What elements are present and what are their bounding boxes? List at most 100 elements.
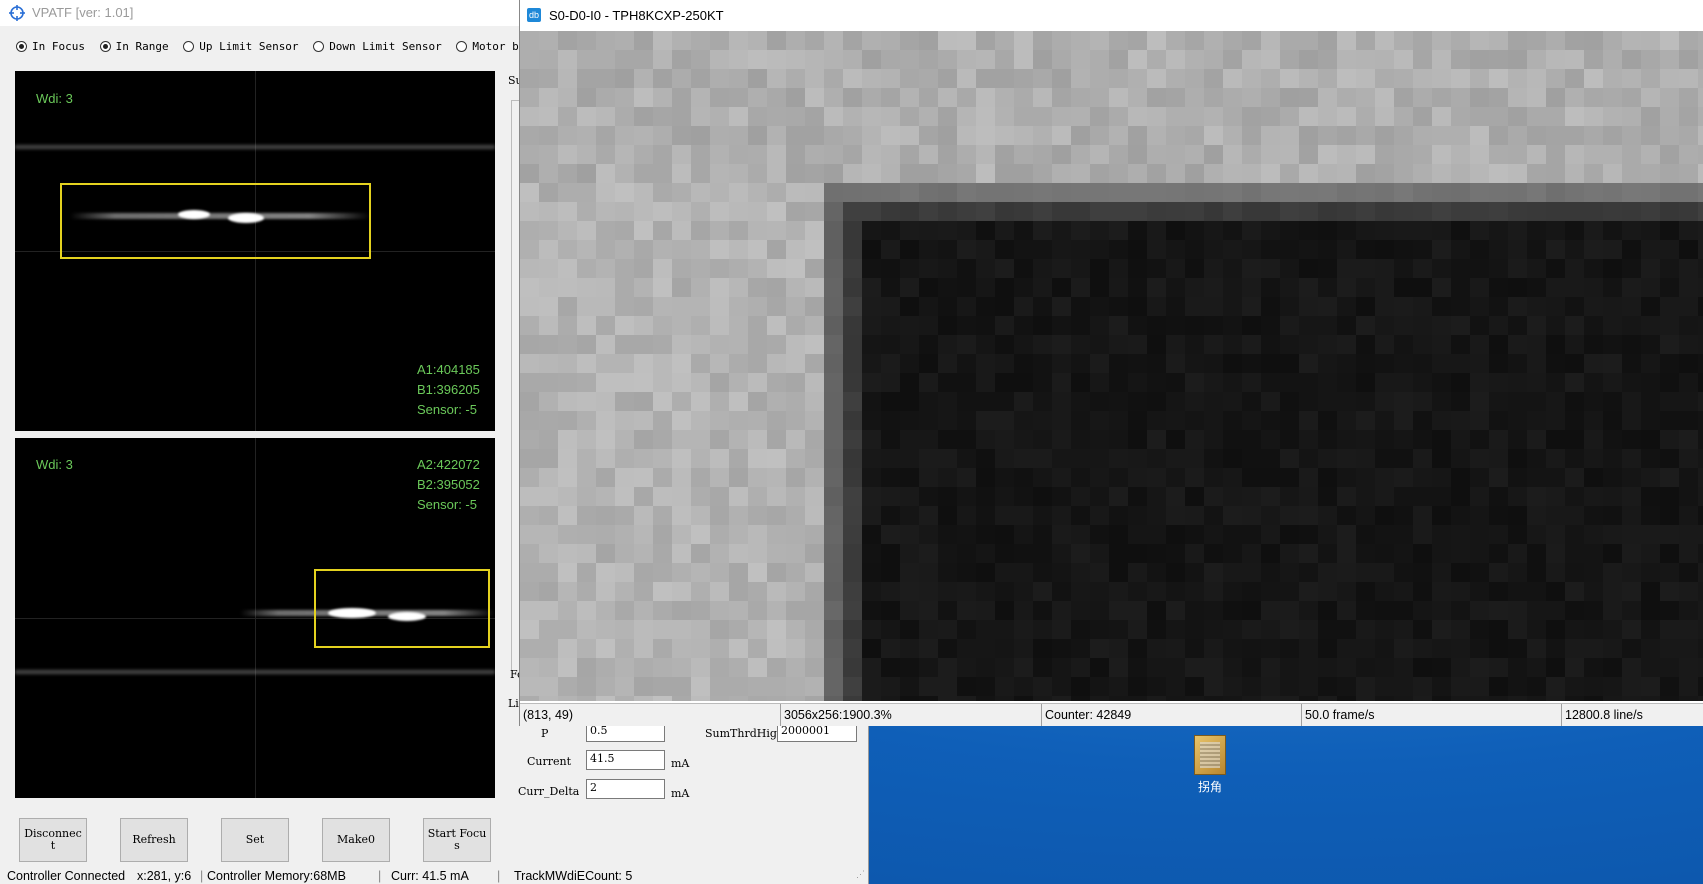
current-field[interactable]: 41.5 [586,750,665,770]
image-pixel-block [843,411,862,430]
refresh-button[interactable]: Refresh [120,818,188,862]
image-pixel-block [748,240,767,259]
image-pixel-block [1622,183,1641,202]
image-pixel-block [767,278,786,297]
image-pixel-block [1242,126,1261,145]
image-pixel-block [1622,449,1641,468]
camera-view-bottom[interactable]: Wdi: 3 A2:422072 B2:395052 Sensor: -5 [15,438,495,798]
image-pixel-block [1204,696,1223,701]
image-pixel-block [1679,506,1698,525]
image-pixel-block [1565,525,1584,544]
image-pixel-block [1052,183,1071,202]
image-pixel-block [710,563,729,582]
image-pixel-block [1071,126,1090,145]
image-pixel-block [786,658,805,677]
image-pixel-block [520,696,539,701]
image-pixel-block [995,658,1014,677]
image-pixel-block [1394,31,1413,50]
image-pixel-block [1622,582,1641,601]
image-pixel-block [1489,430,1508,449]
image-pixel-block [1242,88,1261,107]
image-pixel-block [976,392,995,411]
image-pixel-block [1014,278,1033,297]
image-pixel-block [1432,658,1451,677]
image-pixel-block [1603,164,1622,183]
image-pixel-block [1242,221,1261,240]
image-pixel-block [1679,259,1698,278]
image-pixel-block [976,107,995,126]
image-pixel-block [1185,69,1204,88]
roi-box[interactable] [314,569,490,648]
image-pixel-block [1128,430,1147,449]
desktop-folder-shortcut[interactable]: 拐角 [1180,735,1240,795]
connection-status: Controller Connected [7,869,126,883]
image-pixel-block [577,601,596,620]
image-pixel-block [1489,31,1508,50]
image-pixel-block [1622,221,1641,240]
image-pixel-block [615,658,634,677]
image-pixel-block [1451,677,1470,696]
image-pixel-block [767,221,786,240]
image-pixel-block [520,88,539,107]
image-pixel-block [767,107,786,126]
image-pixel-block [1128,240,1147,259]
set-button[interactable]: Set [221,818,289,862]
image-pixel-block [786,50,805,69]
image-pixel-block [1261,544,1280,563]
image-pixel-block [957,50,976,69]
image-pixel-block [1375,202,1394,221]
disconnect-button[interactable]: Disconnect [19,818,87,862]
image-pixel-block [1185,88,1204,107]
image-pixel-block [710,316,729,335]
image-pixel-block [539,278,558,297]
image-pixel-block [710,639,729,658]
radio-down-limit-sensor[interactable]: Down Limit Sensor [313,40,442,53]
make0-button[interactable]: Make0 [322,818,390,862]
camera-view-top[interactable]: Wdi: 3 A1:404185 B1:396205 Sensor: -5 [15,71,495,431]
image-pixel-block [748,335,767,354]
image-pixel-block [938,506,957,525]
image-pixel-block [767,468,786,487]
image-pixel-block [1698,430,1703,449]
start-focus-button[interactable]: Start Focus [423,818,491,862]
image-pixel-block [520,297,539,316]
image-pixel-block [1413,278,1432,297]
curr-delta-field[interactable]: 2 [586,779,665,799]
radio-up-limit-sensor[interactable]: Up Limit Sensor [183,40,299,53]
resize-grip-icon[interactable]: ⋰ [856,869,865,880]
camera-image[interactable] [520,31,1703,701]
image-pixel-block [1128,601,1147,620]
image-pixel-block [1128,639,1147,658]
radio-in-range[interactable]: In Range [99,40,169,53]
image-pixel-block [520,430,539,449]
image-pixel-block [1185,696,1204,701]
image-pixel-block [615,639,634,658]
image-pixel-block [691,601,710,620]
image-pixel-block [1489,506,1508,525]
image-pixel-block [1679,658,1698,677]
image-pixel-block [1527,145,1546,164]
image-pixel-block [1565,544,1584,563]
image-pixel-block [1622,468,1641,487]
image-pixel-block [1641,696,1660,701]
radio-in-focus[interactable]: In Focus [16,40,85,53]
roi-box[interactable] [60,183,371,259]
image-pixel-block [672,240,691,259]
image-pixel-block [900,430,919,449]
image-pixel-block [1679,69,1698,88]
image-pixel-block [919,487,938,506]
image-pixel-block [1128,696,1147,701]
image-pixel-block [1679,639,1698,658]
image-pixel-block [1375,297,1394,316]
image-pixel-block [1147,601,1166,620]
image-pixel-block [1622,335,1641,354]
image-pixel-block [938,677,957,696]
image-pixel-block [1109,373,1128,392]
viewer-title-bar[interactable]: db S0-D0-I0 - TPH8KCXP-250KT [520,0,1703,30]
image-pixel-block [1033,525,1052,544]
image-pixel-block [1660,658,1679,677]
image-pixel-block [900,297,919,316]
image-pixel-block [615,240,634,259]
image-pixel-block [1033,411,1052,430]
image-pixel-block [1394,183,1413,202]
